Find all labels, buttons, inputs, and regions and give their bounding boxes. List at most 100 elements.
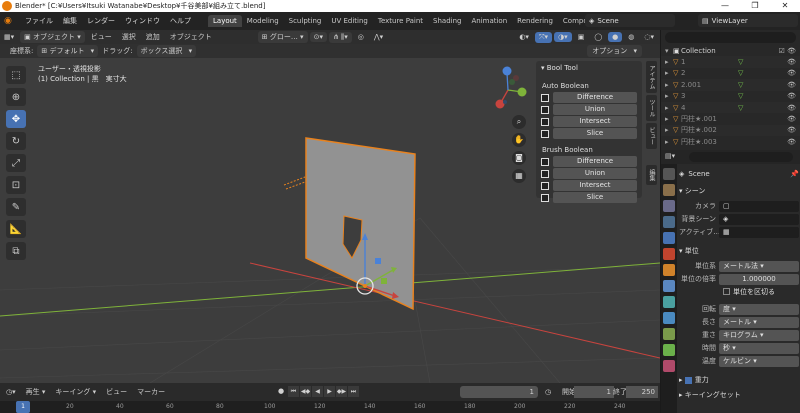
menu-window[interactable]: ウィンドウ	[120, 16, 165, 26]
chevron-right-icon[interactable]: ▸	[665, 92, 673, 100]
mass-select[interactable]: キログラム ▾	[719, 329, 799, 341]
editor-type-icon[interactable]: ▦▾	[0, 32, 18, 42]
gravity-panel-header[interactable]: ▸ 重力	[679, 375, 799, 385]
pan-hand-icon[interactable]: ✋	[512, 133, 526, 147]
brush-slice-button[interactable]: Slice	[541, 192, 637, 203]
shading-wireframe-icon[interactable]: ◯	[590, 32, 606, 42]
chevron-right-icon[interactable]: ▸	[665, 81, 673, 89]
visibility-eye-icon[interactable]: 👁	[778, 92, 800, 100]
separate-units-checkbox[interactable]: 単位を区切る	[719, 287, 799, 298]
editor-type-icon[interactable]: ▤▾	[665, 152, 675, 160]
menu-view[interactable]: ビュー	[87, 31, 116, 43]
snap-icon[interactable]: ⋔ ⫼▾	[328, 31, 352, 43]
overlay-icon[interactable]: ◑▾	[554, 32, 572, 42]
menu-edit[interactable]: 編集	[58, 16, 82, 26]
visibility-eye-icon[interactable]: 👁	[778, 58, 800, 66]
pivot-icon[interactable]: ⊙▾	[309, 32, 327, 42]
gravity-checkbox[interactable]	[684, 376, 692, 384]
select-box-icon[interactable]: ⬚	[6, 66, 26, 84]
3d-viewport[interactable]: ユーザー・透視投影 (1) Collection | 黒 実寸大 ⬚ ⊕ ✥ ↻…	[0, 58, 660, 383]
chevron-right-icon[interactable]: ▸	[665, 115, 673, 123]
tab-item[interactable]: アイテム	[646, 61, 657, 93]
jump-start-icon[interactable]: ⏮	[288, 386, 299, 397]
camera-view-icon[interactable]: ◙	[512, 151, 526, 165]
bool-tool-title[interactable]: ▾ Bool Tool	[541, 64, 637, 72]
view-layer-tab-icon[interactable]	[663, 216, 675, 228]
properties-search-input[interactable]	[689, 152, 793, 162]
unit-scale-field[interactable]: 1.000000	[719, 273, 799, 285]
shading-solid-icon[interactable]: ●	[608, 32, 623, 42]
tab-shading[interactable]: Shading	[428, 15, 466, 27]
chevron-right-icon[interactable]: ▸	[665, 58, 673, 66]
scene-selector[interactable]: ◈ Scene	[585, 14, 675, 27]
falloff-icon[interactable]: ⋀▾	[370, 32, 387, 42]
menu-select[interactable]: 選択	[118, 31, 140, 43]
cursor-icon[interactable]: ⊕	[6, 88, 26, 106]
object-tab-icon[interactable]	[663, 264, 675, 276]
tab-rendering[interactable]: Rendering	[512, 15, 558, 27]
menu-help[interactable]: ヘルプ	[165, 16, 196, 26]
physics-tab-icon[interactable]	[663, 312, 675, 324]
unit-system-select[interactable]: メートル法 ▾	[719, 260, 799, 272]
menu-object[interactable]: オブジェクト	[166, 31, 216, 43]
play-icon[interactable]: ▶	[324, 386, 335, 397]
transform-icon[interactable]: ⊡	[6, 176, 26, 194]
view-navigation-gizmo[interactable]	[495, 66, 527, 109]
rotation-select[interactable]: 度 ▾	[719, 303, 799, 315]
marker-menu[interactable]: マーカー	[137, 387, 165, 397]
options-button[interactable]: オプション ▾	[587, 45, 642, 57]
mode-select[interactable]: ▣ オブジェクト ▾	[20, 31, 85, 43]
xray-icon[interactable]: ▣	[574, 32, 589, 42]
auto-slice-button[interactable]: Slice	[541, 128, 637, 139]
units-panel-header[interactable]: ▾ 単位	[679, 246, 799, 256]
visibility-eye-icon[interactable]: 👁	[778, 104, 800, 112]
chevron-right-icon[interactable]: ▸	[665, 126, 673, 134]
outliner-collection-row[interactable]: ▾ ▣ Collection ☑ 👁	[661, 45, 800, 56]
play-reverse-icon[interactable]: ◀	[312, 386, 323, 397]
next-keyframe-icon[interactable]: ◆▶	[336, 386, 347, 397]
brush-intersect-button[interactable]: Intersect	[541, 180, 637, 191]
scale-icon[interactable]: ⤢	[6, 154, 26, 172]
outliner-search-input[interactable]	[665, 32, 796, 43]
blender-menu-icon[interactable]: ◉	[4, 15, 20, 27]
proportional-edit-icon[interactable]: ◎	[354, 32, 368, 42]
data-tab-icon[interactable]	[663, 344, 675, 356]
editor-type-icon[interactable]: ◷▾	[6, 388, 16, 396]
chevron-right-icon[interactable]: ▸	[665, 138, 673, 146]
tab-animation[interactable]: Animation	[466, 15, 512, 27]
outliner-row-4[interactable]: ▸ ▽ 3 ▽ 👁	[661, 91, 800, 102]
rotate-icon[interactable]: ↻	[6, 132, 26, 150]
auto-difference-button[interactable]: Difference	[541, 92, 637, 103]
visibility-icon[interactable]: ◐▾	[515, 32, 533, 42]
modifier-tab-icon[interactable]	[663, 280, 675, 292]
view-layer-selector[interactable]: ▤ ViewLayer	[698, 14, 798, 27]
tab-view[interactable]: ビュー	[646, 123, 657, 149]
length-select[interactable]: メートル ▾	[719, 316, 799, 328]
pin-icon[interactable]: 📌	[790, 170, 799, 178]
outliner-row-8[interactable]: ▸ ▽ 円柱★.003 👁	[661, 136, 800, 147]
shading-rendered-icon[interactable]: ◌▾	[640, 32, 658, 42]
active-clip-field[interactable]: ▦	[719, 226, 799, 238]
jump-end-icon[interactable]: ⏭	[348, 386, 359, 397]
scene-panel-header[interactable]: ▾ シーン	[679, 186, 799, 196]
collection-visibility-icon[interactable]: ☑ 👁	[778, 47, 800, 55]
brush-difference-button[interactable]: Difference	[541, 156, 637, 167]
visibility-eye-icon[interactable]: 👁	[778, 126, 800, 134]
minimize-button[interactable]: —	[710, 0, 740, 12]
orientation-setting-select[interactable]: ⊞ デフォルト ▾	[37, 45, 99, 57]
brush-union-button[interactable]: Union	[541, 168, 637, 179]
current-frame-field[interactable]: 1	[460, 386, 538, 398]
outliner-row-1[interactable]: ▸ ▽ 1 ▽ 👁	[661, 56, 800, 68]
move-icon[interactable]: ✥	[6, 110, 26, 128]
tab-sculpting[interactable]: Sculpting	[284, 15, 327, 27]
start-frame-field[interactable]: 1	[574, 386, 614, 398]
maximize-button[interactable]: ❐	[740, 0, 770, 12]
timeline-view-menu[interactable]: ビュー	[106, 387, 127, 397]
end-frame-field[interactable]: 250	[626, 386, 658, 398]
playhead[interactable]: 1	[16, 401, 30, 413]
playback-menu[interactable]: 再生 ▾	[26, 387, 46, 397]
outliner-row-7[interactable]: ▸ ▽ 円柱★.002 👁	[661, 124, 800, 137]
shading-material-icon[interactable]: ◍	[624, 32, 638, 42]
outliner-row-6[interactable]: ▸ ▽ 円柱★.001 👁	[661, 113, 800, 124]
auto-union-button[interactable]: Union	[541, 104, 637, 115]
